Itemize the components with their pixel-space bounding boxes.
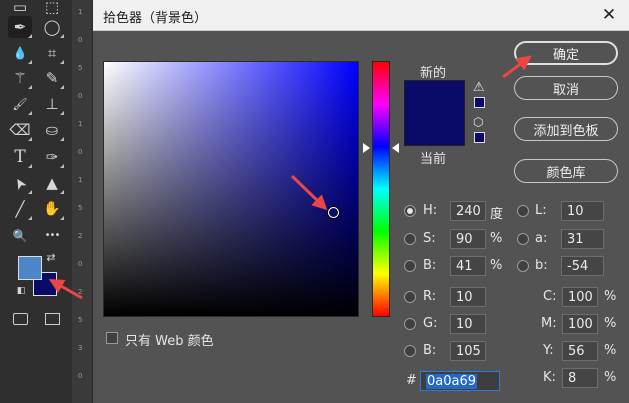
type-tool-icon[interactable]: T [8,146,32,168]
m-field[interactable]: 100 [562,314,598,334]
b-unit: % [490,258,503,273]
current-color-swatch[interactable] [405,113,464,145]
dialog-title: 拾色器（背景色） [103,11,208,26]
l-field[interactable]: 10 [561,201,604,221]
foreground-color-swatch[interactable] [18,256,42,280]
l-label: L: [535,203,547,218]
color-sampler-tool-icon[interactable]: ✎ [40,67,64,89]
web-only-checkbox[interactable] [106,332,118,344]
color-libraries-button[interactable]: 颜色库 [514,159,618,183]
cancel-button[interactable]: 取消 [514,76,618,100]
h-label: H: [423,203,438,218]
radio-h[interactable] [404,205,416,217]
hex-field[interactable]: 0a0a69 [420,371,500,391]
rgb-b-label: B: [423,343,437,358]
k-label: K: [543,370,556,385]
paint-bucket-tool-icon[interactable]: ⛀ [40,119,64,141]
out-of-gamut-warning-icon[interactable]: ⚠ [473,81,485,94]
stamp-tool-icon[interactable]: ⊥ [40,93,64,115]
saturation-brightness-field[interactable] [103,61,359,317]
h-unit: 度 [490,207,504,222]
eraser-tool-icon[interactable]: ⌫ [8,119,32,141]
tools-panel: ▭ ⬚ ✒ ◯ 💧 ⌗ ⚚ ✎ 🖌 ⊥ ⌫ ⛀ T ✑ ➤ ▲ ╱ ✋ 🔍 ••… [0,0,72,403]
b-field[interactable]: 41 [450,256,486,276]
radio-l[interactable] [517,205,529,217]
s-unit: % [490,231,503,246]
brush-tool-icon[interactable]: 🖌 [8,93,32,115]
swap-colors-icon[interactable]: ⇄ [44,250,58,264]
radio-rgb-b[interactable] [404,345,416,357]
color-picker-dialog: 拾色器（背景色） ✕ 新的 当前 ⚠ ⬡ 确定 取消 添加到色板 颜色库 H: … [92,0,629,403]
hand-tool-icon[interactable]: ✋ [40,198,64,220]
s-field[interactable]: 90 [450,229,486,249]
c-unit: % [604,289,617,304]
hue-slider-right-handle[interactable] [392,143,399,153]
b-label: B: [423,258,437,273]
vertical-ruler: 1 0 5 0 1 0 1 5 2 0 2 5 3 0 [72,0,94,403]
web-only-label[interactable]: 只有 Web 颜色 [125,330,214,349]
radio-lab-b[interactable] [517,260,529,272]
hue-slider[interactable] [372,61,390,317]
add-to-swatches-button[interactable]: 添加到色板 [514,117,618,141]
default-colors-icon[interactable]: ◧ [14,284,28,298]
y-unit: % [604,343,617,358]
lab-b-field[interactable]: -54 [561,256,604,276]
gamut-correction-swatch[interactable] [474,97,485,108]
shape-tool-icon[interactable]: ▲ [40,172,64,194]
new-color-swatch [405,81,464,113]
radio-a[interactable] [517,233,529,245]
g-label: G: [423,316,438,331]
y-label: Y: [543,343,554,358]
hue-slider-left-handle[interactable] [363,143,370,153]
hex-label: # [406,373,417,388]
screen-mode-icon[interactable] [40,308,64,330]
m-label: M: [541,316,557,331]
magic-wand-tool-icon[interactable]: ⚚ [8,67,32,89]
eyedropper-tool-icon[interactable]: ✒ [8,16,32,38]
r-field[interactable]: 10 [450,287,486,307]
lasso-tool-icon[interactable]: ◯ [40,16,64,38]
radio-r[interactable] [404,291,416,303]
new-color-label: 新的 [420,66,447,81]
crop-tool-icon[interactable]: ⌗ [40,42,64,64]
y-field[interactable]: 56 [562,341,598,361]
a-label: a: [535,231,548,246]
color-preview [404,80,465,146]
a-field[interactable]: 31 [561,229,604,249]
dialog-titlebar[interactable]: 拾色器（背景色） ✕ [93,0,629,31]
web-safe-swatch[interactable] [474,132,485,143]
k-unit: % [604,370,617,385]
h-field[interactable]: 240 [450,201,486,221]
selection-tool-icon[interactable]: ➤ [8,172,32,194]
radio-g[interactable] [404,318,416,330]
r-label: R: [423,289,437,304]
more-tools-icon[interactable]: ••• [40,225,64,247]
zoom-tool-icon[interactable]: 🔍 [8,225,32,247]
blur-tool-icon[interactable]: 💧 [8,42,32,64]
k-field[interactable]: 8 [562,368,598,388]
pen-tool-icon[interactable]: ✑ [40,146,64,168]
ok-button[interactable]: 确定 [514,41,618,65]
g-field[interactable]: 10 [450,314,486,334]
c-label: C: [543,289,557,304]
quick-mask-icon[interactable] [8,308,32,330]
close-icon[interactable]: ✕ [598,4,620,26]
hex-value: 0a0a69 [426,374,478,389]
lab-b-label: b: [535,258,548,273]
current-color-label: 当前 [420,152,447,167]
c-field[interactable]: 100 [562,287,598,307]
color-field-cursor[interactable] [327,206,339,218]
line-tool-icon[interactable]: ╱ [8,198,32,220]
s-label: S: [423,231,436,246]
not-web-safe-icon[interactable]: ⬡ [473,116,483,128]
radio-s[interactable] [404,233,416,245]
m-unit: % [604,316,617,331]
radio-b[interactable] [404,260,416,272]
rgb-b-field[interactable]: 105 [450,341,486,361]
